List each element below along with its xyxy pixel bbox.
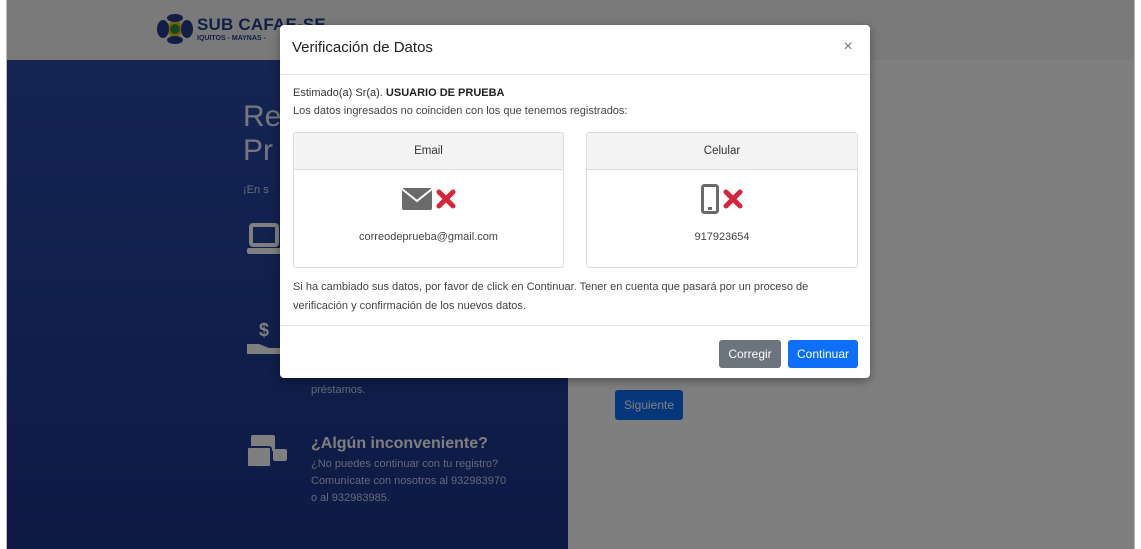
close-button[interactable]: × [838, 37, 858, 57]
phone-card-header: Celular [587, 133, 857, 170]
phone-value: 917923654 [694, 231, 750, 243]
app-frame: SUB CAFAE-SE IQUITOS - MAYNAS - Re Pr ¡E… [6, 0, 1135, 549]
mobile-phone-icon [701, 184, 719, 214]
email-value: correodeprueba@gmail.com [359, 231, 498, 243]
email-card-header: Email [294, 133, 563, 170]
x-mark-icon [436, 189, 455, 209]
email-card: Email correodeprueba@gmail.com [293, 132, 564, 268]
modal-footer: Corregir Continuar [280, 325, 870, 379]
greeting-text: Estimado(a) Sr(a). USUARIO DE PRUEBA [293, 87, 505, 99]
phone-card: Celular 917923654 [586, 132, 858, 268]
modal-header: Verificación de Datos × [280, 25, 870, 75]
envelope-icon [401, 188, 432, 210]
continue-button[interactable]: Continuar [788, 340, 858, 368]
user-name: USUARIO DE PRUEBA [385, 87, 505, 99]
correct-button[interactable]: Corregir [719, 340, 781, 368]
update-notice: Si ha cambiado sus datos, por favor de c… [293, 281, 809, 312]
modal-title: Verificación de Datos [292, 39, 433, 56]
x-mark-icon [723, 189, 743, 209]
verification-modal: Verificación de Datos × Estimado(a) Sr(a… [280, 25, 870, 378]
mismatch-message: Los datos ingresados no coinciden con lo… [293, 105, 628, 117]
